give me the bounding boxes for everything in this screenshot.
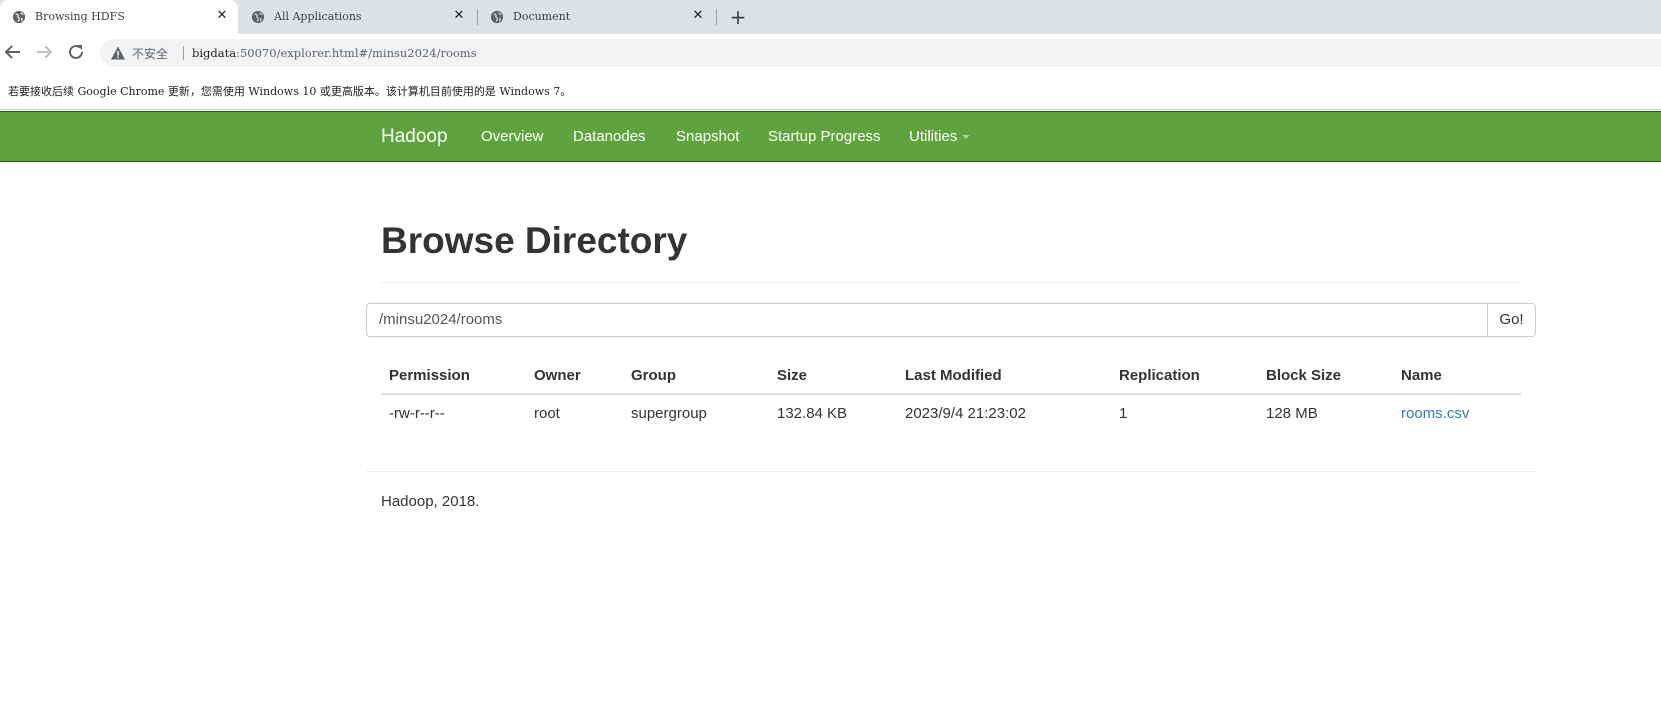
url-host: bigdata <box>192 46 237 60</box>
arrow-right-icon <box>37 45 53 59</box>
column-header-last-modified[interactable]: Last Modified <box>897 358 1111 395</box>
cell-group: supergroup <box>623 393 769 432</box>
browser-toolbar: 不安全 bigdata:50070/explorer.html#/minsu20… <box>0 34 1661 70</box>
tab-document[interactable]: Document ✕ <box>478 0 714 34</box>
tab-all-applications[interactable]: All Applications ✕ <box>239 0 475 34</box>
nav-datanodes[interactable]: Datanodes <box>573 128 646 145</box>
reload-icon <box>69 44 83 59</box>
column-header-name[interactable]: Name <box>1393 358 1521 395</box>
close-tab-icon[interactable]: ✕ <box>214 8 230 24</box>
column-header-replication[interactable]: Replication <box>1111 358 1258 395</box>
cell-owner: root <box>526 393 623 432</box>
address-bar[interactable]: 不安全 bigdata:50070/explorer.html#/minsu20… <box>100 39 1661 67</box>
page-title: Browse Directory <box>381 220 688 261</box>
cell-name: rooms.csv <box>1393 393 1521 432</box>
close-tab-icon[interactable]: ✕ <box>451 8 467 24</box>
directory-table: Permission Owner Group Size Last Modifie… <box>381 358 1521 432</box>
address-divider <box>183 46 184 60</box>
cell-block-size: 128 MB <box>1258 393 1393 432</box>
nav-startup-progress[interactable]: Startup Progress <box>768 128 881 145</box>
security-label[interactable]: 不安全 <box>132 45 168 62</box>
cell-replication: 1 <box>1111 393 1258 432</box>
tab-strip: Browsing HDFS ✕ All Applications ✕ Docum… <box>0 0 1661 34</box>
column-header-owner[interactable]: Owner <box>526 358 623 395</box>
go-button[interactable]: Go! <box>1487 303 1536 337</box>
nav-utilities[interactable]: Utilities <box>909 128 971 145</box>
close-tab-icon[interactable]: ✕ <box>690 8 706 24</box>
forward-button[interactable] <box>33 41 55 63</box>
globe-icon <box>251 10 265 24</box>
back-button[interactable] <box>2 41 24 63</box>
globe-icon <box>12 10 26 24</box>
cell-last-modified: 2023/9/4 21:23:02 <box>897 393 1111 432</box>
directory-path-input[interactable]: /minsu2024/rooms <box>366 303 1488 337</box>
column-header-block-size[interactable]: Block Size <box>1258 358 1393 395</box>
globe-icon <box>490 10 504 24</box>
tab-title: Browsing HDFS <box>35 10 125 23</box>
url-path: :50070/explorer.html#/minsu2024/rooms <box>236 46 477 60</box>
new-tab-button[interactable]: + <box>727 6 749 28</box>
column-header-size[interactable]: Size <box>769 358 897 395</box>
column-header-group[interactable]: Group <box>623 358 769 395</box>
hadoop-navbar: Hadoop Overview Datanodes Snapshot Start… <box>0 111 1661 162</box>
cell-size: 132.84 KB <box>769 393 897 432</box>
table-header-row: Permission Owner Group Size Last Modifie… <box>381 358 1521 395</box>
warning-icon[interactable] <box>110 45 126 61</box>
column-header-permission[interactable]: Permission <box>381 358 526 395</box>
update-infobar: 若要接收后续 Google Chrome 更新，您需使用 Windows 10 … <box>0 72 1661 110</box>
table-row: -rw-r--r-- root supergroup 132.84 KB 202… <box>381 393 1521 432</box>
nav-overview[interactable]: Overview <box>481 128 544 145</box>
tab-title: All Applications <box>274 10 362 23</box>
caret-down-icon <box>962 135 971 140</box>
arrow-left-icon <box>4 45 20 59</box>
path-form: /minsu2024/rooms Go! <box>366 303 1536 337</box>
reload-button[interactable] <box>65 41 87 63</box>
title-divider <box>381 282 1521 283</box>
brand-link[interactable]: Hadoop <box>381 126 448 148</box>
url-text[interactable]: bigdata:50070/explorer.html#/minsu2024/r… <box>192 46 477 60</box>
nav-utilities-label: Utilities <box>909 128 958 145</box>
file-link[interactable]: rooms.csv <box>1401 405 1469 422</box>
tab-browsing-hdfs[interactable]: Browsing HDFS ✕ <box>0 0 238 34</box>
footer-divider <box>366 471 1536 472</box>
cell-permission: -rw-r--r-- <box>381 393 526 432</box>
tab-title: Document <box>513 10 571 23</box>
tab-separator <box>716 9 717 25</box>
nav-snapshot[interactable]: Snapshot <box>676 128 739 145</box>
infobar-message: 若要接收后续 Google Chrome 更新，您需使用 Windows 10 … <box>8 85 572 98</box>
footer-text: Hadoop, 2018. <box>381 493 480 510</box>
